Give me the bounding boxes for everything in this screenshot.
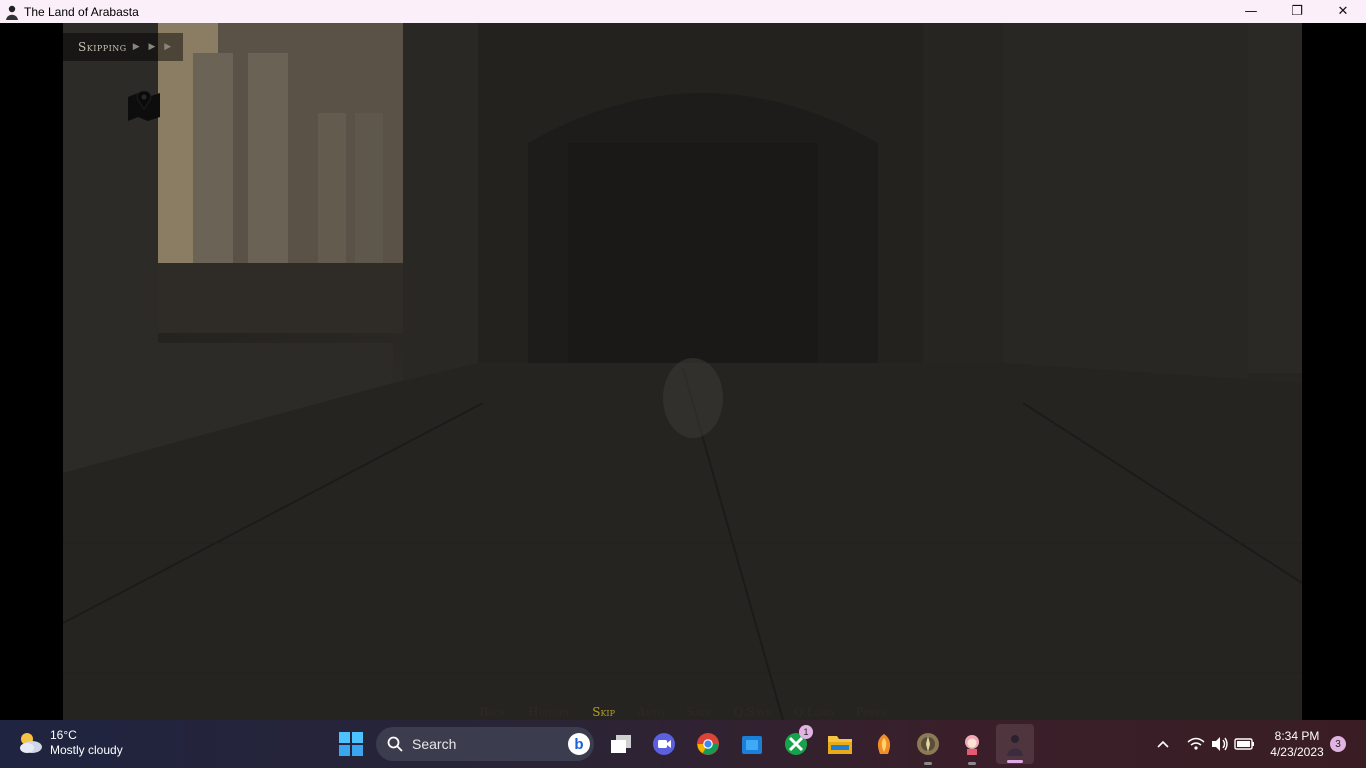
- taskbar-app-file-explorer[interactable]: [825, 729, 855, 759]
- restore-icon: ❐: [1291, 4, 1303, 19]
- search-placeholder: Search: [412, 736, 457, 752]
- map-button[interactable]: [126, 87, 162, 123]
- taskbar-app-chrome[interactable]: [693, 729, 723, 759]
- window-title: The Land of Arabasta: [24, 4, 139, 19]
- chevron-up-icon[interactable]: [1150, 720, 1176, 768]
- video-chat-icon: [653, 733, 675, 755]
- close-icon: ✕: [1337, 4, 1349, 19]
- quick-menu-qload[interactable]: Q.Load: [783, 704, 845, 720]
- task-view-icon: [611, 735, 631, 753]
- system-tray: [1150, 720, 1258, 768]
- taskbar-app-anime-game[interactable]: [957, 729, 987, 765]
- clock-time: 8:34 PM: [1274, 729, 1320, 743]
- minimize-button[interactable]: —: [1228, 0, 1274, 23]
- map-pin-icon: [128, 90, 160, 121]
- quick-menu-back[interactable]: Back: [468, 704, 517, 720]
- notification-badge[interactable]: 3: [1330, 736, 1346, 752]
- skip-indicator: Skipping ▶ ▶ ▶: [63, 33, 183, 61]
- minimize-icon: —: [1244, 4, 1258, 19]
- xbox-badge: 1: [799, 725, 813, 739]
- skip-label: Skipping: [78, 40, 127, 54]
- windows-logo-icon: [339, 732, 363, 756]
- window-titlebar: The Land of Arabasta — ❐ ✕: [0, 0, 1366, 23]
- taskbar: 16°C Mostly cloudy Search b 1 8:34 PM 4/…: [0, 720, 1366, 768]
- fl-studio-icon: [877, 734, 891, 754]
- taskbar-app-compass-game[interactable]: [913, 729, 943, 765]
- battery-icon[interactable]: [1232, 720, 1258, 768]
- running-indicator: [924, 762, 932, 765]
- arabasta-game-icon: [1007, 735, 1023, 756]
- clock[interactable]: 8:34 PM 4/23/2023: [1262, 728, 1332, 760]
- taskbar-app-arabasta-game[interactable]: [996, 724, 1034, 764]
- quick-menu-history[interactable]: History: [517, 704, 581, 720]
- clock-date: 4/23/2023: [1270, 745, 1324, 759]
- file-explorer-icon: [828, 736, 852, 754]
- skip-arrows: ▶ ▶ ▶: [132, 42, 175, 52]
- partly-cloudy-icon: [20, 733, 42, 753]
- volume-icon[interactable]: [1208, 720, 1232, 768]
- game-avatar-icon: [4, 4, 20, 20]
- quick-menu-auto[interactable]: Auto: [626, 704, 675, 720]
- taskbar-app-task-view[interactable]: [606, 729, 636, 759]
- quick-menu-qsave[interactable]: Q.Save: [723, 704, 783, 720]
- hall-background[interactable]: [63, 23, 1302, 720]
- bing-icon[interactable]: b: [568, 733, 590, 755]
- game-viewport[interactable]: Skipping ▶ ▶ ▶ Back History Skip Auto Sa…: [0, 23, 1366, 720]
- chrome-icon: [697, 733, 719, 755]
- store-icon: [742, 736, 762, 754]
- weather-desc: Mostly cloudy: [50, 743, 123, 757]
- close-button[interactable]: ✕: [1320, 0, 1366, 23]
- running-indicator: [968, 762, 976, 765]
- restore-button[interactable]: ❐: [1274, 0, 1320, 23]
- running-indicator: [1007, 760, 1023, 763]
- compass-game-icon: [917, 733, 939, 755]
- taskbar-app-xbox[interactable]: 1: [781, 725, 813, 759]
- weather-temp: 16°C: [50, 728, 77, 742]
- taskbar-app-video-chat[interactable]: [649, 729, 679, 759]
- quick-menu-skip[interactable]: Skip: [581, 704, 626, 720]
- taskbar-app-fl-studio[interactable]: [869, 729, 899, 759]
- quick-menu-prefs[interactable]: Prefs: [845, 704, 898, 720]
- anime-game-icon: [965, 735, 979, 755]
- wifi-icon[interactable]: [1184, 720, 1208, 768]
- hall-background-art: [63, 23, 1302, 720]
- taskbar-app-store[interactable]: [737, 729, 767, 759]
- search-icon: [387, 736, 403, 752]
- weather-widget[interactable]: 16°C Mostly cloudy: [16, 728, 123, 758]
- quick-menu-save[interactable]: Save: [675, 704, 722, 720]
- start-button[interactable]: [338, 731, 364, 757]
- quick-menu: Back History Skip Auto Save Q.Save Q.Loa…: [0, 704, 1366, 720]
- window-controls: — ❐ ✕: [1228, 0, 1366, 23]
- taskbar-search[interactable]: Search b: [376, 727, 594, 761]
